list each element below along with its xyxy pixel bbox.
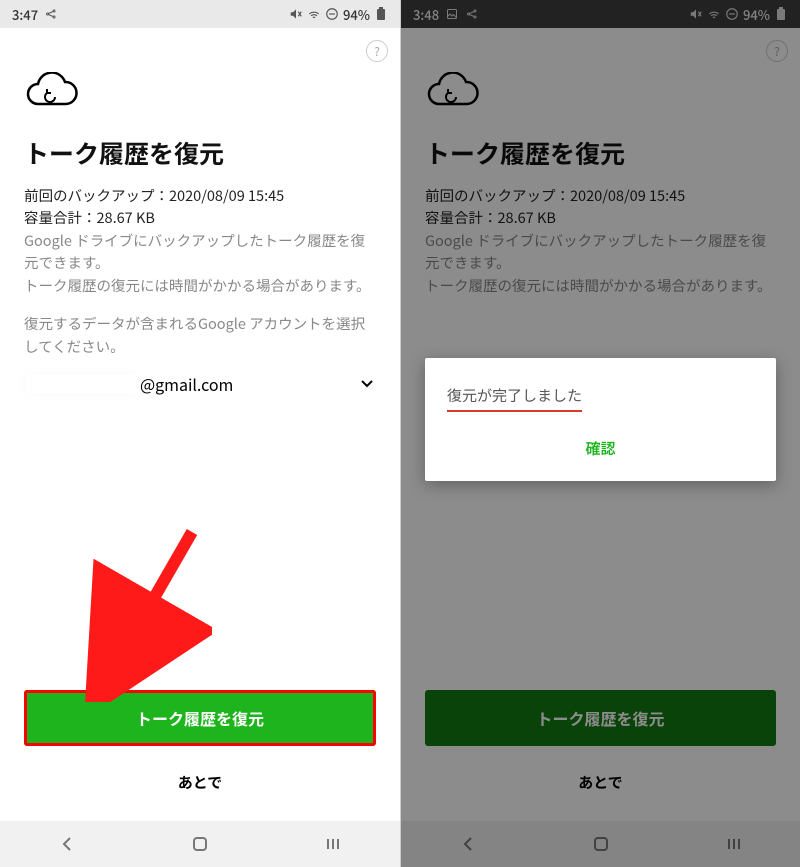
- description-1: Google ドライブにバックアップしたトーク履歴を復元できます。: [24, 230, 376, 275]
- account-name-redacted: [26, 374, 136, 394]
- description-3: 復元するデータが含まれるGoogle アカウントを選択してください。: [24, 313, 376, 358]
- main-content: ? トーク履歴を復元 前回のバックアップ：2020/08/09 15:45 容量…: [0, 28, 400, 821]
- description-2: トーク履歴の復元には時間がかかる場合があります。: [24, 275, 376, 297]
- do-not-disturb-icon: [325, 7, 339, 21]
- recent-button[interactable]: [313, 830, 353, 858]
- account-selector[interactable]: @gmail.com: [24, 366, 376, 402]
- back-button[interactable]: [47, 830, 87, 858]
- total-size: 容量合計：28.67 KB: [24, 207, 376, 229]
- wifi-icon: [307, 7, 321, 21]
- size-value: 28.67 KB: [97, 207, 155, 228]
- page-title: トーク履歴を復元: [24, 135, 376, 171]
- dialog-ok-button[interactable]: 確認: [447, 412, 754, 465]
- last-backup: 前回のバックアップ：2020/08/09 15:45: [24, 185, 376, 207]
- account-email-suffix: @gmail.com: [140, 372, 233, 396]
- home-button[interactable]: [180, 830, 220, 858]
- volume-mute-icon: [289, 7, 303, 21]
- help-label: ?: [374, 43, 380, 60]
- dialog-message: 復元が完了しました: [447, 385, 582, 412]
- status-time: 3:47: [12, 5, 38, 24]
- share-icon: [44, 7, 58, 21]
- later-button[interactable]: あとで: [24, 762, 376, 821]
- last-backup-label: 前回のバックアップ：: [24, 185, 169, 206]
- completion-dialog: 復元が完了しました 確認: [425, 358, 776, 481]
- status-battery: 94%: [343, 5, 370, 24]
- last-backup-value: 2020/08/09 15:45: [169, 185, 284, 206]
- restore-button[interactable]: トーク履歴を復元: [24, 690, 376, 746]
- battery-icon: [374, 7, 388, 21]
- help-button[interactable]: ?: [366, 40, 388, 62]
- size-label: 容量合計：: [24, 207, 97, 228]
- status-bar: 3:47 94%: [0, 0, 400, 28]
- screen-before: 3:47 94% ?: [0, 0, 400, 867]
- later-label: あとで: [178, 772, 223, 793]
- chevron-down-icon: [360, 374, 374, 394]
- navigation-bar: [0, 821, 400, 867]
- dialog-ok-label: 確認: [585, 438, 615, 459]
- cloud-restore-icon: [24, 72, 376, 117]
- screen-after: 3:48 94% ?: [400, 0, 800, 867]
- restore-button-label: トーク履歴を復元: [136, 706, 264, 730]
